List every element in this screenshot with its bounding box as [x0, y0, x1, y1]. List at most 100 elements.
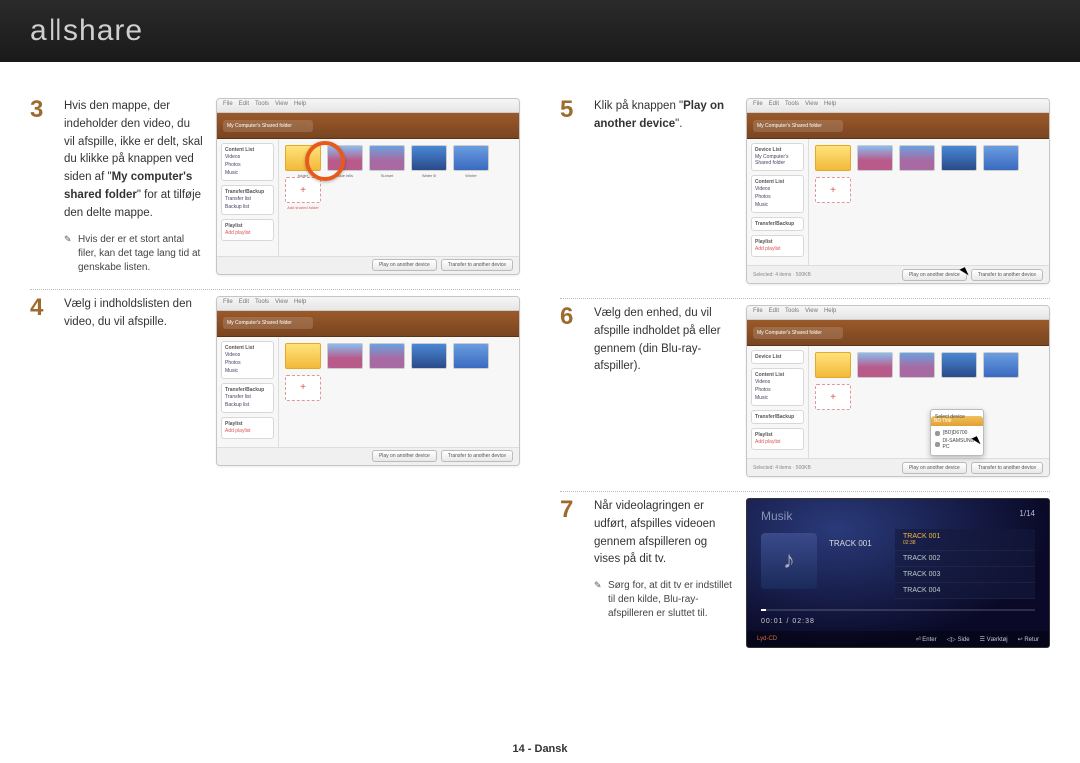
tv-track-row[interactable]: TRACK 002	[895, 551, 1035, 567]
thumb-image[interactable]: Sunset	[369, 145, 405, 171]
sidebar-item[interactable]: Transfer list	[225, 393, 270, 401]
transfer-button[interactable]: Transfer to another device	[971, 462, 1043, 474]
popup-item[interactable]: [BD]D6700	[935, 429, 979, 437]
tv-hint: ☰ Værktøj	[980, 636, 1008, 643]
thumb-add-folder[interactable]: +	[815, 177, 851, 203]
thumb-image[interactable]	[899, 352, 935, 378]
menu-item[interactable]: View	[275, 101, 288, 110]
sidebar-item[interactable]: Videos	[225, 351, 270, 359]
step-number: 6	[560, 305, 582, 477]
menu-item[interactable]: Help	[294, 101, 306, 110]
breadcrumb[interactable]: My Computer's Shared folder	[223, 317, 313, 329]
menu-item[interactable]: File	[753, 101, 763, 110]
sidebar-item[interactable]: Music	[755, 201, 800, 209]
menu-item[interactable]: View	[805, 101, 818, 110]
thumb-image[interactable]	[327, 343, 363, 369]
sidebar-item[interactable]: Photos	[225, 161, 270, 169]
menu-item[interactable]: Tools	[255, 299, 269, 308]
sidebar-item[interactable]: Music	[755, 394, 800, 402]
popup-header: BD Title	[931, 416, 983, 426]
sidebar-item[interactable]: Videos	[225, 153, 270, 161]
sidebar-item[interactable]: Music	[225, 169, 270, 177]
sidebar-item[interactable]: Backup list	[225, 203, 270, 211]
sidebar-item-add[interactable]: Add playlist	[755, 438, 800, 446]
popup-item-label: [BD]D6700	[943, 430, 967, 436]
tv-track-row[interactable]: TRACK 00102:38	[895, 529, 1035, 551]
screenshot-7-tv: Musik 1/14 ♪ TRACK 001 TRACK 00102:38 TR…	[746, 498, 1050, 648]
sidebar-item[interactable]: Photos	[755, 193, 800, 201]
window-menubar: File Edit Tools View Help	[217, 99, 519, 113]
menu-item[interactable]: View	[805, 308, 818, 317]
thumb-image[interactable]	[411, 343, 447, 369]
play-other-device-button[interactable]: Play on another device	[902, 462, 967, 474]
app-header: allshare	[0, 0, 1080, 62]
thumb-image[interactable]: Winter	[453, 145, 489, 171]
thumb-add-folder[interactable]: +Add shared folder	[285, 177, 321, 203]
thumb-image[interactable]	[983, 352, 1019, 378]
sidebar-item[interactable]: Photos	[755, 386, 800, 394]
transfer-button[interactable]: Transfer to another device	[441, 259, 513, 271]
menu-item[interactable]: Help	[824, 101, 836, 110]
menu-item[interactable]: File	[223, 101, 233, 110]
sidebar-item[interactable]: Transfer list	[225, 195, 270, 203]
breadcrumb[interactable]: My Computer's Shared folder	[753, 120, 843, 132]
thumb-image[interactable]	[453, 343, 489, 369]
device-popup: Select device BD Title [BD]D6700 DI-SAMS…	[930, 409, 984, 456]
menu-item[interactable]: View	[275, 299, 288, 308]
tv-progress-bar[interactable]	[761, 609, 1035, 611]
thumb-folder[interactable]	[815, 145, 851, 171]
menu-item[interactable]: File	[753, 308, 763, 317]
thumb-image[interactable]	[941, 352, 977, 378]
menu-item[interactable]: File	[223, 299, 233, 308]
thumb-image[interactable]	[369, 343, 405, 369]
tv-track-label: TRACK 001	[903, 533, 940, 540]
tv-hint: ◁▷ Side	[947, 636, 970, 643]
thumb-add-folder[interactable]: +	[285, 375, 321, 401]
sidebar-item[interactable]: Music	[225, 367, 270, 375]
sidebar-item-add[interactable]: Add playlist	[225, 427, 270, 435]
menu-item[interactable]: Edit	[769, 101, 779, 110]
menu-item[interactable]: Help	[294, 299, 306, 308]
thumb-folder[interactable]	[815, 352, 851, 378]
transfer-button[interactable]: Transfer to another device	[971, 269, 1043, 281]
thumb-image[interactable]	[941, 145, 977, 171]
sidebar-section: Transfer/Backup Transfer list Backup lis…	[221, 185, 274, 215]
transfer-button[interactable]: Transfer to another device	[441, 450, 513, 462]
step-3: 3 Hvis den mappe, der indeholder den vid…	[30, 92, 520, 289]
sidebar-item-add[interactable]: Add playlist	[225, 229, 270, 237]
play-other-device-button[interactable]: Play on another device	[372, 259, 437, 271]
breadcrumb-bar: My Computer's Shared folder	[217, 113, 519, 139]
sidebar-item[interactable]: Backup list	[225, 401, 270, 409]
sidebar-item[interactable]: Videos	[755, 185, 800, 193]
sidebar-item[interactable]: My Computer's Shared folder	[755, 153, 800, 167]
sidebar-header: Content List	[225, 147, 254, 153]
breadcrumb[interactable]: My Computer's Shared folder	[753, 327, 843, 339]
thumb-image[interactable]	[857, 352, 893, 378]
menu-item[interactable]: Help	[824, 308, 836, 317]
callout-ring-icon	[305, 141, 345, 181]
tv-screen-title: Musik	[761, 509, 792, 523]
play-other-device-button[interactable]: Play on another device	[902, 269, 967, 281]
thumb-image[interactable]	[857, 145, 893, 171]
thumb-image[interactable]	[983, 145, 1019, 171]
sidebar-item[interactable]: Photos	[225, 359, 270, 367]
breadcrumb[interactable]: My Computer's Shared folder	[223, 120, 313, 132]
sidebar-item-add[interactable]: Add playlist	[755, 245, 800, 253]
tv-track-row[interactable]: TRACK 004	[895, 583, 1035, 599]
window-footer: Play on another device Transfer to anoth…	[217, 256, 519, 274]
thumb-add-folder[interactable]: +	[815, 384, 851, 410]
menu-item[interactable]: Edit	[769, 308, 779, 317]
tv-track-row[interactable]: TRACK 003	[895, 567, 1035, 583]
menu-item[interactable]: Tools	[785, 308, 799, 317]
menu-item[interactable]: Edit	[239, 299, 249, 308]
menu-item[interactable]: Tools	[785, 101, 799, 110]
step-number: 3	[30, 98, 52, 275]
menu-item[interactable]: Tools	[255, 101, 269, 110]
thumb-image[interactable]	[899, 145, 935, 171]
thumb-folder[interactable]	[285, 343, 321, 369]
footer-status: Selected: 4 items · 500KB	[753, 272, 811, 278]
play-other-device-button[interactable]: Play on another device	[372, 450, 437, 462]
sidebar-item[interactable]: Videos	[755, 378, 800, 386]
menu-item[interactable]: Edit	[239, 101, 249, 110]
thumb-image[interactable]: Water lil	[411, 145, 447, 171]
